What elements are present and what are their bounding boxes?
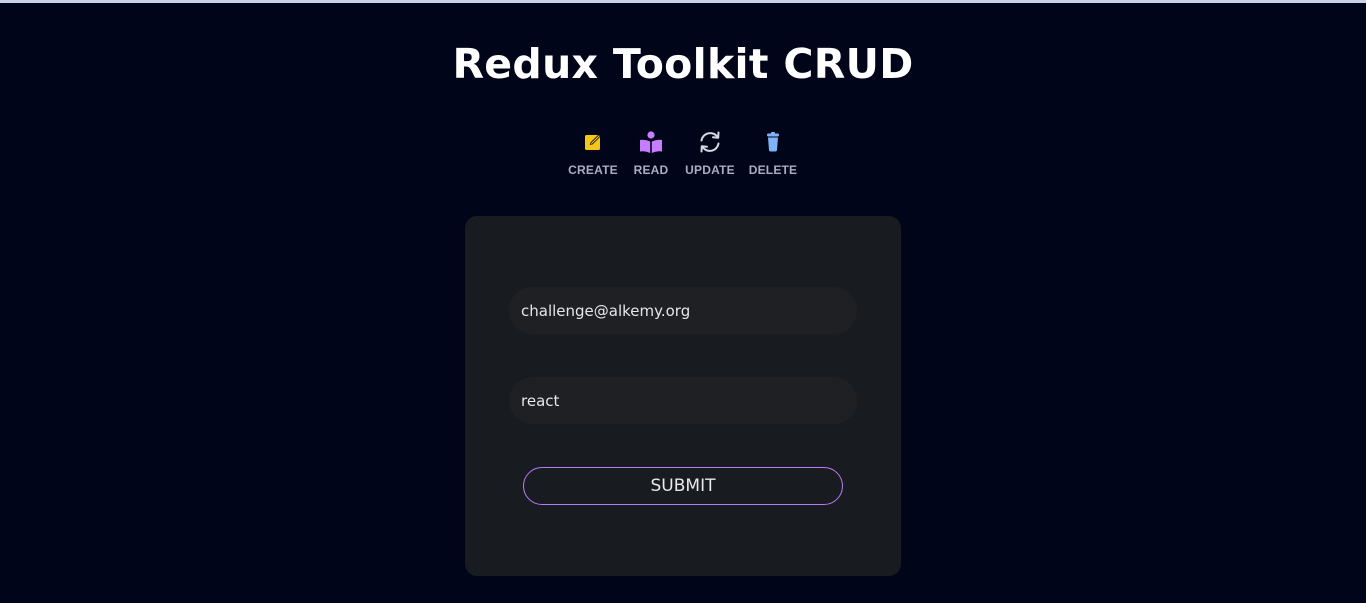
refresh-icon bbox=[700, 131, 720, 153]
password-field[interactable] bbox=[509, 377, 857, 424]
crud-nav: CREATE READ UPDATE DELETE bbox=[0, 128, 1366, 180]
submit-button[interactable]: SUBMIT bbox=[523, 467, 843, 505]
nav-delete-label: DELETE bbox=[748, 163, 798, 177]
login-card: SUBMIT bbox=[465, 216, 901, 576]
nav-update[interactable]: UPDATE bbox=[675, 128, 745, 180]
page-title: Redux Toolkit CRUD bbox=[452, 40, 914, 88]
email-field[interactable] bbox=[509, 287, 857, 334]
nav-update-label: UPDATE bbox=[685, 163, 735, 177]
top-border bbox=[0, 0, 1366, 3]
trash-icon bbox=[767, 132, 779, 152]
nav-delete[interactable]: DELETE bbox=[738, 128, 808, 180]
reader-icon bbox=[640, 131, 662, 153]
edit-icon bbox=[585, 134, 601, 150]
